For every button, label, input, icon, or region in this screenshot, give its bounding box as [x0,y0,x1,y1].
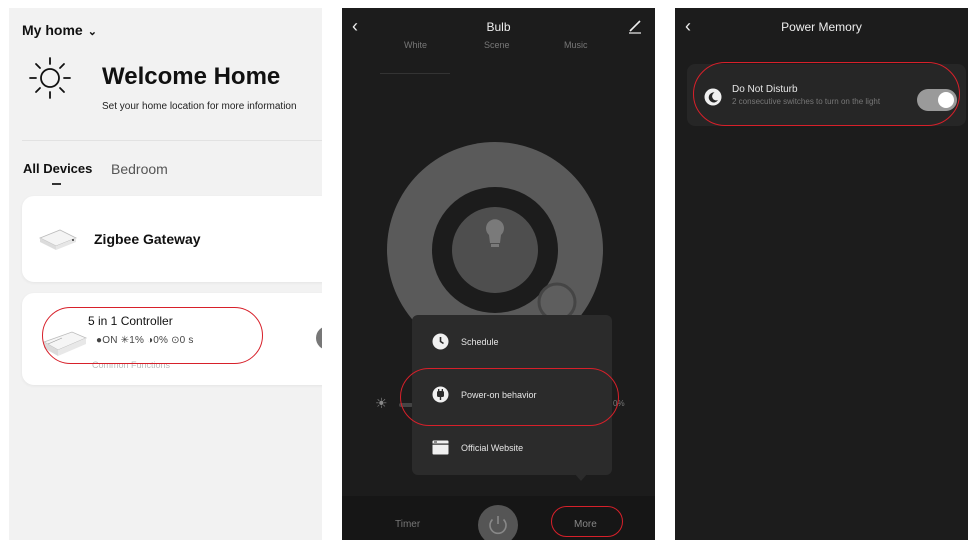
tab-indicator [52,183,61,185]
device-card-gateway[interactable]: Zigbee Gateway [22,196,322,282]
timer-button[interactable]: Timer [395,519,420,530]
tab-bedroom[interactable]: Bedroom [111,161,168,177]
power-icon [489,516,507,535]
divider [22,140,322,141]
menu-item-label: Official Website [461,442,524,453]
page-title: Power Memory [781,20,862,34]
menu-item-official-website[interactable]: Official Website [432,439,523,456]
device-name: Zigbee Gateway [94,231,201,247]
highlight-oval [400,368,619,426]
sun-icon [29,57,71,99]
edit-icon[interactable] [627,18,643,34]
tab-music[interactable]: Music [564,40,588,50]
menu-item-schedule[interactable]: Schedule [432,333,499,350]
menu-pointer [574,473,588,481]
highlight-oval [693,62,960,126]
home-title: My home [22,22,83,38]
bulb-screen: ‹ Bulb White Scene Music ☀ 0% Schedule P… [342,8,655,540]
tab-indicator [380,73,450,74]
menu-item-label: Schedule [461,336,499,347]
clock-icon [432,333,449,350]
highlight-oval [42,307,263,364]
tab-all-devices[interactable]: All Devices [23,161,92,176]
power-toggle-button[interactable] [316,326,322,350]
brightness-icon: ☀ [375,395,388,411]
gateway-device-image [39,229,77,250]
home-selector[interactable]: My home ⌄ [22,22,97,38]
tab-scene[interactable]: Scene [484,40,510,50]
welcome-subtext[interactable]: Set your home location for more informat… [102,101,297,112]
highlight-oval [551,506,623,537]
browser-icon [432,440,449,455]
chevron-down-icon: ⌄ [84,26,97,38]
welcome-heading: Welcome Home [102,63,281,90]
page-title: Bulb [486,20,511,34]
power-button[interactable] [478,505,518,540]
home-screen: My home ⌄ Welcome Home Set your home loc… [9,8,322,540]
tab-white[interactable]: White [404,40,427,50]
power-memory-screen: ‹ Power Memory Do Not Disturb 2 consecut… [675,8,968,540]
